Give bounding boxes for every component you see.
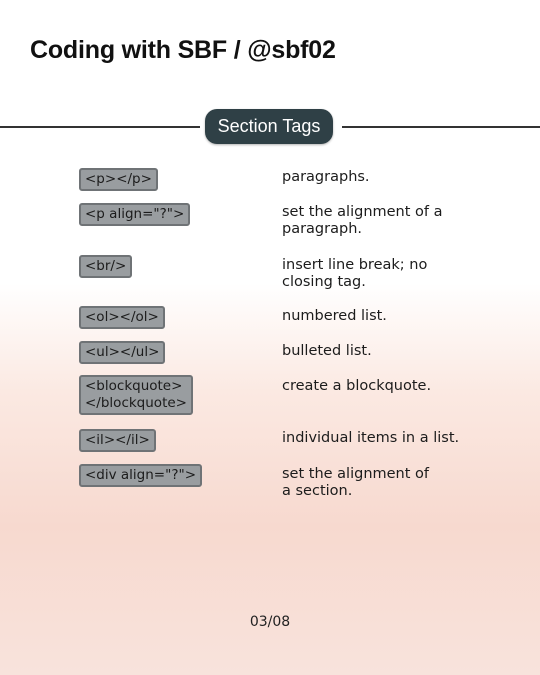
tag-desc-p-align: set the alignment of a paragraph. <box>282 204 443 237</box>
tag-desc-ol: numbered list. <box>282 308 387 324</box>
tag-desc-br: insert line break; no closing tag. <box>282 257 428 290</box>
tag-code-ol: <ol></ol> <box>79 306 165 329</box>
tag-code-br: <br/> <box>79 255 133 278</box>
page-title: Coding with SBF / @sbf02 <box>30 36 336 64</box>
page-number: 03/08 <box>249 614 291 630</box>
divider-left <box>0 126 200 128</box>
tag-code-il: <il></il> <box>79 429 156 452</box>
tag-desc-blockquote: create a blockquote. <box>282 378 432 394</box>
tag-code-blockquote: <blockquote> </blockquote> <box>79 375 193 415</box>
tag-desc-div-align: set the alignment of a section. <box>282 466 430 499</box>
divider-right <box>342 126 540 128</box>
tag-desc-p: paragraphs. <box>282 169 370 185</box>
tag-code-ul: <ul></ul> <box>79 341 166 364</box>
tag-desc-il: individual items in a list. <box>282 430 460 446</box>
tag-code-p: <p></p> <box>79 168 158 191</box>
tag-desc-ul: bulleted list. <box>282 343 372 359</box>
tag-code-p-align: <p align="?"> <box>79 203 191 226</box>
section-title-badge: Section Tags <box>205 109 333 144</box>
tag-code-div-align: <div align="?"> <box>79 464 203 487</box>
